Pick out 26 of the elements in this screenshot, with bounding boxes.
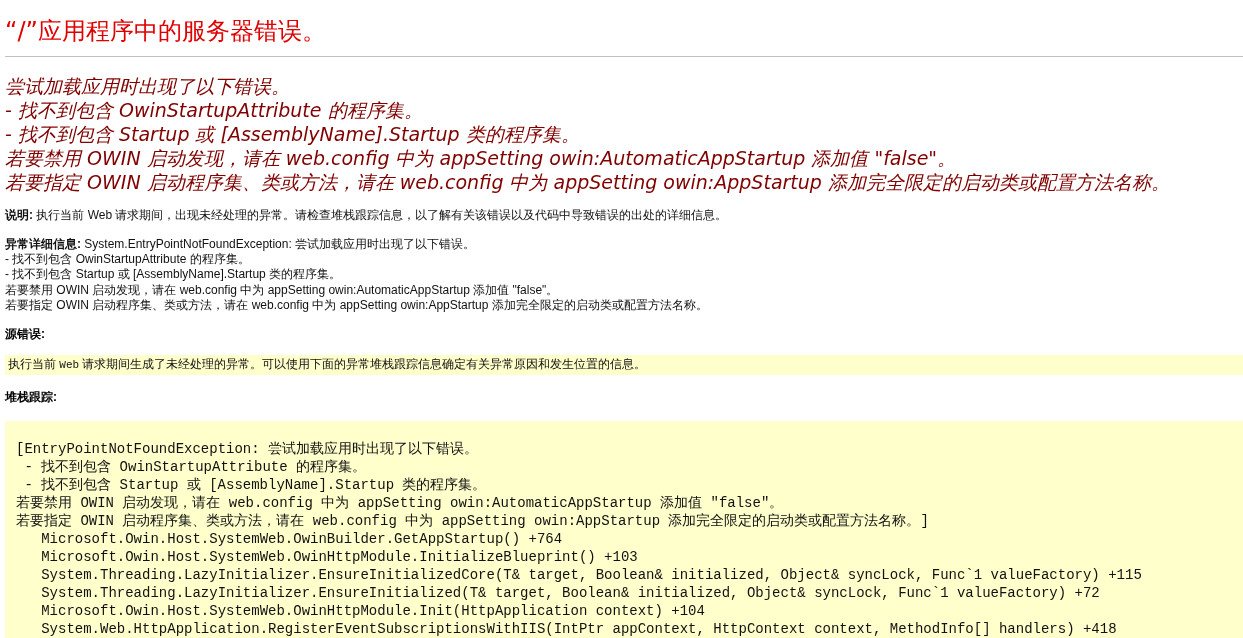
page-title: “/”应用程序中的服务器错误。	[5, 16, 326, 47]
stack-trace-heading: 堆栈跟踪:	[5, 390, 57, 405]
stack-trace-line: Microsoft.Owin.Host.SystemWeb.OwinBuilder.GetAppStartup() +764	[40, 530, 563, 548]
stack-trace-line: System.Threading.LazyInitializer.EnsureInitialized(T& target, Boolean& initialized, Object& syncLock, Func`1 valueFactory) +72	[40, 584, 1100, 602]
description-text: 说明: 执行当前 Web 请求期间，出现未经处理的异常。请检查堆栈跟踪信息，以了解有关该错误以及代码中导致错误的出处的详细信息。	[5, 207, 728, 223]
stack-trace-line: [EntryPointNotFoundException: 尝试加载应用时出现了以下错误。	[16, 440, 479, 458]
exception-detail-line: - 找不到包含 OwinStartupAttribute 的程序集。	[5, 252, 250, 268]
stack-trace-line: - 找不到包含 Startup 或 [AssemblyName].Startup 类的程序集。	[23, 476, 487, 494]
stack-trace-line: System.Web.HttpApplication.RegisterEventSubscriptionsWithIIS(IntPtr appContext, HttpContext context, MethodInfo[] handlers) +418	[40, 620, 1117, 638]
exception-detail-line: 若要禁用 OWIN 启动发现，请在 web.config 中为 appSetting owin:AutomaticAppStartup 添加值 "false"。	[5, 282, 559, 298]
stack-trace-line: System.Threading.LazyInitializer.EnsureInitializedCore(T& target, Boolean& initialized, Object& syncLock, Func`1 valueFactory) +115	[40, 566, 1142, 584]
error-message-line: - 找不到包含 Startup 或 [AssemblyName].Startup 类的程序集。	[5, 121, 580, 146]
error-message-line: 若要禁用 OWIN 启动发现，请在 web.config 中为 appSetting owin:AutomaticAppStartup 添加值 "false"。	[5, 145, 957, 170]
exception-detail-line: - 找不到包含 Startup 或 [AssemblyName].Startup 类的程序集。	[5, 267, 342, 283]
source-error-heading: 源错误:	[5, 327, 45, 342]
error-message-line: - 找不到包含 OwinStartupAttribute 的程序集。	[5, 97, 423, 122]
error-message-line: 若要指定 OWIN 启动程序集、类或方法，请在 web.config 中为 appSetting owin:AppStartup 添加完全限定的启动类或配置方法名称。	[5, 169, 1170, 194]
stack-trace-line: 若要指定 OWIN 启动程序集、类或方法，请在 web.config 中为 appSetting owin:AppStartup 添加完全限定的启动类或配置方法名称。]	[16, 512, 929, 530]
stack-trace-line: - 找不到包含 OwinStartupAttribute 的程序集。	[23, 458, 367, 476]
stack-trace-line: Microsoft.Owin.Host.SystemWeb.OwinHttpModule.InitializeBlueprint() +103	[40, 548, 638, 566]
error-message-line: 尝试加载应用时出现了以下错误。	[5, 73, 290, 98]
source-error-text: 执行当前 Web 请求期间生成了未经处理的异常。可以使用下面的异常堆栈跟踪信息确定有关异常原因和发生位置的信息。	[8, 357, 647, 373]
exception-detail-line: 异常详细信息: System.EntryPointNotFoundException: 尝试加载应用时出现了以下错误。	[5, 236, 476, 252]
stack-trace-line: Microsoft.Owin.Host.SystemWeb.OwinHttpModule.Init(HttpApplication context) +104	[40, 602, 705, 620]
exception-detail-line: 若要指定 OWIN 启动程序集、类或方法，请在 web.config 中为 appSetting owin:AppStartup 添加完全限定的启动类或配置方法名称。	[5, 297, 708, 313]
stack-trace-line: 若要禁用 OWIN 启动发现，请在 web.config 中为 appSetting owin:AutomaticAppStartup 添加值 "false"。	[16, 494, 784, 512]
